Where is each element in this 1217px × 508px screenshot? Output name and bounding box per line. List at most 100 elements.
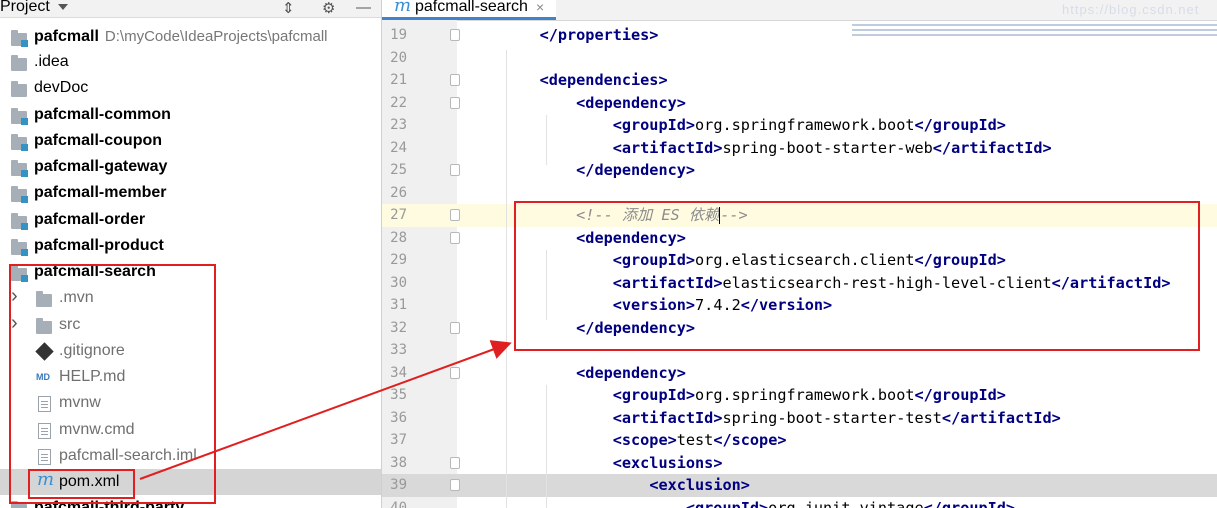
module-folder-icon	[11, 501, 27, 508]
tree-item[interactable]: pafcmall-gateway	[0, 154, 381, 180]
code-token: org.junit.vintage	[768, 498, 924, 508]
line-number: 38	[390, 454, 407, 471]
module-folder-icon	[11, 239, 28, 256]
code-line[interactable]: 24 <artifactId>spring-boot-starter-web</…	[382, 137, 1217, 160]
line-number: 25	[390, 162, 407, 178]
line-number: 20	[390, 49, 407, 66]
line-number: 26	[390, 184, 407, 201]
tree-item-label: pafcmall-order	[34, 207, 145, 233]
code-line[interactable]: 20	[382, 47, 1217, 70]
code-text: <dependency>	[503, 92, 686, 115]
line-number: 21	[390, 72, 407, 88]
line-number: 27	[390, 207, 407, 223]
fold-marker-icon[interactable]	[450, 74, 460, 86]
tree-item-text: pafcmall-common	[34, 106, 171, 123]
code-token: test	[676, 431, 714, 449]
line-number: 29	[390, 252, 407, 268]
tree-item[interactable]: .idea	[0, 49, 381, 75]
code-token: <dependency>	[576, 363, 686, 382]
fold-marker-icon[interactable]	[450, 231, 460, 244]
code-text: <exclusions>	[503, 452, 723, 475]
line-number: 19	[390, 27, 407, 43]
code-text: </dependency>	[503, 159, 695, 182]
module-folder-icon	[11, 134, 28, 151]
code-line[interactable]: 37 <scope>test</scope>	[382, 429, 1217, 452]
code-line[interactable]: 21 <dependencies>	[382, 69, 1217, 92]
code-line[interactable]: 34 <dependency>	[382, 362, 1217, 385]
line-number: 34	[390, 364, 407, 381]
tab-pom[interactable]: m pafcmall-search ×	[382, 0, 556, 20]
code-token: org.springframework.boot	[695, 386, 915, 404]
code-text: <dependencies>	[503, 69, 668, 92]
code-line[interactable]: 25 </dependency>	[382, 159, 1217, 182]
code-text: <groupId>org.springframework.boot</group…	[503, 114, 1006, 137]
tree-item[interactable]: devDoc	[0, 75, 381, 101]
tree-item[interactable]: pafcmall-common	[0, 102, 381, 128]
close-icon[interactable]: ×	[536, 0, 544, 15]
fold-marker-icon[interactable]	[450, 456, 460, 469]
tree-item-text: pafcmall-member	[34, 184, 167, 201]
code-line[interactable]: 36 <artifactId>spring-boot-starter-test<…	[382, 407, 1217, 430]
tree-item-text: pafcmall-coupon	[34, 132, 163, 149]
tree-item-text: pafcmall-gateway	[34, 158, 168, 175]
code-text: <exclusion>	[503, 474, 750, 497]
editor-tab-bar: m pafcmall-search × https://blog.csdn.ne…	[382, 0, 1217, 21]
code-line[interactable]: 23 <groupId>org.springframework.boot</gr…	[382, 114, 1217, 137]
collapse-all-icon[interactable]: ⇕	[282, 0, 295, 17]
folder-icon	[11, 55, 27, 71]
code-line[interactable]: 35 <groupId>org.springframework.boot</gr…	[382, 384, 1217, 407]
gear-icon[interactable]: ⚙	[322, 0, 335, 17]
tree-item-label: pafcmall-gateway	[34, 154, 167, 180]
fold-marker-icon[interactable]	[450, 96, 460, 109]
line-number: 24	[390, 139, 407, 156]
tree-item-text: .idea	[34, 53, 69, 70]
tree-item[interactable]: pafcmall-product	[0, 233, 381, 259]
code-token: </dependency>	[576, 161, 696, 179]
tree-item[interactable]: pafcmall D:\myCode\IdeaProjects\pafcmall	[0, 24, 381, 50]
fold-marker-icon[interactable]	[450, 164, 460, 176]
tree-item-label: devDoc	[34, 75, 88, 101]
code-line[interactable]: 39 <exclusion>	[382, 474, 1217, 497]
tree-item[interactable]: pafcmall-order	[0, 207, 381, 233]
line-number: 40	[390, 499, 407, 508]
line-number: 36	[390, 409, 407, 426]
module-folder-icon	[11, 160, 28, 177]
code-token: </groupId>	[914, 386, 1006, 404]
tree-item[interactable]: pafcmall-coupon	[0, 128, 381, 154]
tree-item-label: .idea	[34, 49, 69, 75]
code-token: <groupId>	[612, 386, 696, 404]
fold-marker-icon[interactable]	[450, 209, 460, 221]
code-line[interactable]: 22 <dependency>	[382, 92, 1217, 115]
code-line[interactable]: 19 </properties>	[382, 24, 1217, 47]
code-token: </groupId>	[914, 116, 1006, 134]
fold-marker-icon[interactable]	[450, 479, 460, 491]
code-line[interactable]: 40 <groupId>org.junit.vintage</groupId>	[382, 497, 1217, 508]
fold-marker-icon[interactable]	[450, 29, 460, 41]
indent-guide	[546, 115, 547, 165]
project-panel-title[interactable]: Project	[0, 0, 50, 16]
tree-item-text: pafcmall-product	[34, 237, 164, 254]
annotation-box-module	[9, 264, 216, 504]
fold-marker-icon[interactable]	[450, 321, 460, 334]
code-line[interactable]: 38 <exclusions>	[382, 452, 1217, 475]
module-folder-icon	[11, 213, 28, 230]
fold-marker-icon[interactable]	[450, 366, 460, 379]
tree-item-text: pafcmall-order	[34, 211, 146, 228]
code-text: </properties>	[503, 24, 659, 47]
tree-item-label: pafcmall-coupon	[34, 128, 162, 154]
project-path: D:\myCode\IdeaProjects\pafcmall	[104, 28, 328, 45]
code-token: spring-boot-starter-test	[722, 408, 942, 427]
tree-item[interactable]: pafcmall-member	[0, 180, 381, 206]
code-token: <scope>	[612, 431, 677, 449]
code-token: <dependency>	[576, 93, 686, 112]
minimize-icon[interactable]: —	[356, 0, 371, 16]
tree-item-text: devDoc	[34, 79, 89, 96]
chevron-down-icon[interactable]	[58, 4, 68, 10]
code-text: <dependency>	[503, 362, 686, 385]
